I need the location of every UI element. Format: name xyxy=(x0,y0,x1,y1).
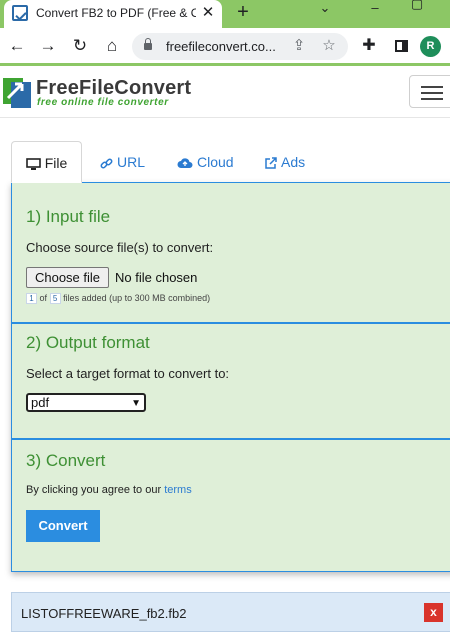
section-divider xyxy=(12,438,450,440)
tab-title: Convert FB2 to PDF (Free & O xyxy=(36,6,196,20)
forward-arrow-icon[interactable]: → xyxy=(37,35,59,57)
output-format-instruction: Select a target format to convert to: xyxy=(26,366,230,381)
tab-search-chevron-icon[interactable]: ⌄ xyxy=(318,0,332,16)
terms-link[interactable]: terms xyxy=(164,484,192,496)
back-arrow-icon[interactable]: ← xyxy=(6,35,28,57)
hamburger-icon xyxy=(421,86,443,88)
site-header: FreeFileConvert free online file convert… xyxy=(0,66,450,118)
home-icon[interactable]: ⌂ xyxy=(101,35,123,57)
browser-tab-strip: Convert FB2 to PDF (Free & O ✕ + ⌄ – ▢ xyxy=(0,0,450,28)
tab-file-label: File xyxy=(44,155,68,171)
site-favicon-icon xyxy=(12,5,28,21)
tab-url[interactable]: URL xyxy=(100,141,145,183)
terms-agreement-text: By clicking you agree to our terms xyxy=(26,484,192,496)
input-file-section: 1) Input file Choose source file(s) to c… xyxy=(12,183,450,323)
chevron-down-icon: ▼ xyxy=(131,398,141,409)
close-tab-icon[interactable]: ✕ xyxy=(200,3,216,21)
files-limit-note: files added (up to 300 MB combined) xyxy=(63,293,211,303)
profile-avatar[interactable]: R xyxy=(420,36,441,57)
maximize-window-icon[interactable]: ▢ xyxy=(410,0,424,12)
terms-agreement-label: By clicking you agree to our xyxy=(26,484,162,496)
tab-ads-label: Ads xyxy=(281,154,306,170)
selected-file-name: LISTOFFREEWARE_fb2.fb2 xyxy=(21,606,187,621)
input-file-heading: 1) Input file xyxy=(26,207,111,226)
browser-tab[interactable]: Convert FB2 to PDF (Free & O ✕ xyxy=(4,0,222,28)
reload-icon[interactable]: ↻ xyxy=(69,35,91,57)
selected-file-row: LISTOFFREEWARE_fb2.fb2 x xyxy=(11,592,450,632)
url-text: freefileconvert.co... xyxy=(166,39,276,54)
tab-ads[interactable]: Ads xyxy=(264,141,305,183)
output-format-select[interactable]: pdf ▼ xyxy=(26,393,146,412)
remove-file-button[interactable]: x xyxy=(424,603,443,622)
logo-tagline: free online file converter xyxy=(37,97,169,108)
cloud-upload-icon xyxy=(177,158,193,169)
tab-url-label: URL xyxy=(117,154,146,170)
tab-file[interactable]: File xyxy=(11,141,82,183)
section-divider xyxy=(12,322,450,324)
extensions-puzzle-icon[interactable]: ✚ xyxy=(359,35,379,55)
link-icon xyxy=(100,158,113,169)
upload-source-tabs: File URL Cloud Ads xyxy=(0,141,450,183)
selected-format-value: pdf xyxy=(31,395,50,410)
monitor-icon xyxy=(25,157,41,170)
files-max-count: 5 xyxy=(49,293,61,304)
tab-cloud-label: Cloud xyxy=(197,154,234,170)
lock-icon xyxy=(144,38,152,50)
input-file-instruction: Choose source file(s) to convert: xyxy=(26,240,214,255)
convert-button[interactable]: Convert xyxy=(26,510,100,542)
convert-heading: 3) Convert xyxy=(26,451,106,470)
logo-mark-icon[interactable] xyxy=(2,76,32,108)
external-link-icon xyxy=(265,157,277,169)
files-added-count: 1 xyxy=(26,293,37,304)
new-tab-icon[interactable]: + xyxy=(234,1,252,24)
bookmark-star-icon[interactable]: ☆ xyxy=(320,36,338,54)
output-format-heading: 2) Output format xyxy=(26,333,150,352)
address-bar[interactable]: freefileconvert.co... ⇪ ☆ xyxy=(132,33,348,60)
tab-cloud[interactable]: Cloud xyxy=(177,141,234,183)
choose-file-button[interactable]: Choose file xyxy=(26,267,109,288)
conversion-panel: 1) Input file Choose source file(s) to c… xyxy=(11,182,450,572)
browser-toolbar: ← → ↻ ⌂ freefileconvert.co... ⇪ ☆ ✚ R xyxy=(0,28,450,66)
menu-toggle-button[interactable] xyxy=(409,75,450,108)
no-file-chosen-text: No file chosen xyxy=(115,270,198,285)
of-label: of xyxy=(39,293,48,303)
minimize-window-icon[interactable]: – xyxy=(368,0,382,15)
side-panel-icon[interactable] xyxy=(395,40,408,52)
share-icon[interactable]: ⇪ xyxy=(290,36,308,54)
files-added-counter: 1 of 5 files added (up to 300 MB combine… xyxy=(26,293,210,304)
